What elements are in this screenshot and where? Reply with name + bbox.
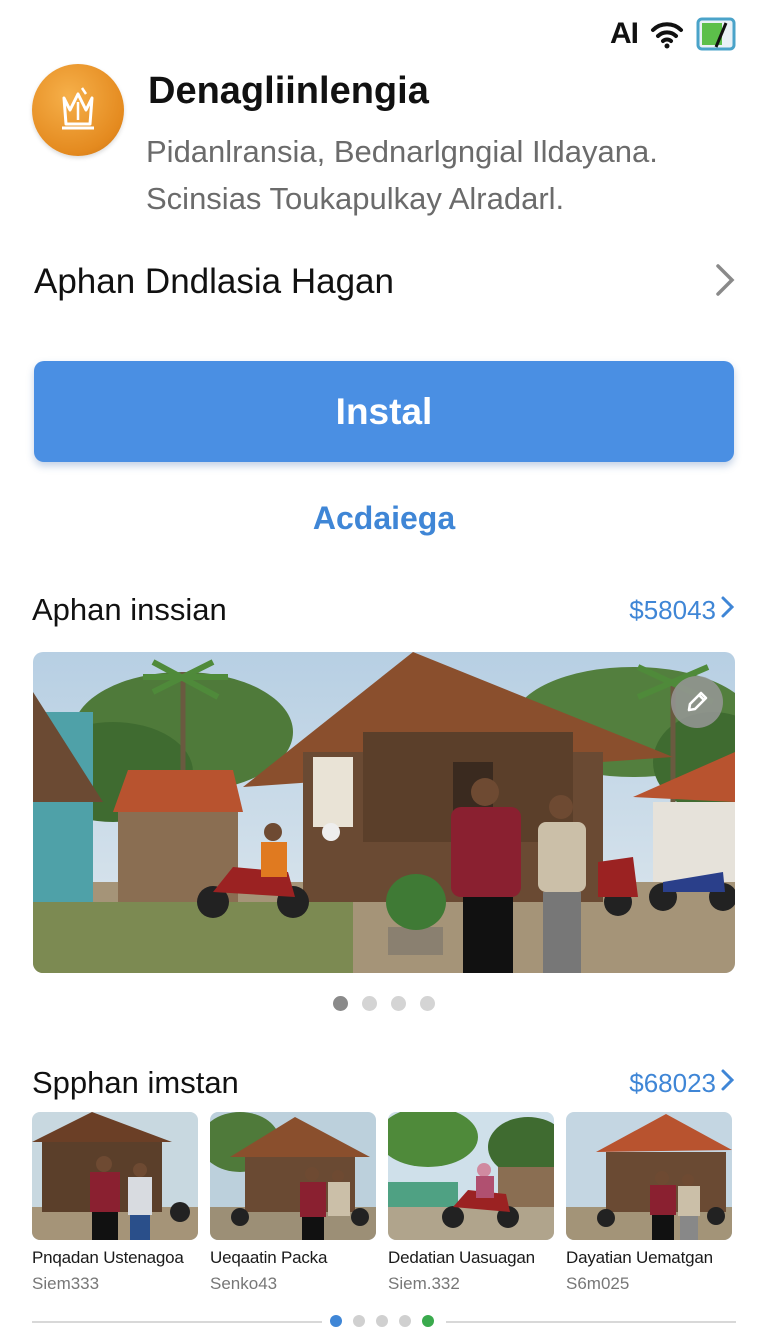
divider [446, 1321, 736, 1323]
secondary-link[interactable]: Acdaiega [0, 500, 768, 537]
thumbnail-image [388, 1112, 554, 1240]
section-link-label: $68023 [629, 1067, 716, 1098]
thumbnail-title: Ueqaatin Packa [210, 1248, 328, 1267]
pager-dot[interactable] [376, 1315, 388, 1327]
pager-dot[interactable] [422, 1315, 434, 1327]
section-header-screenshots: Aphan inssian $58043 [32, 586, 736, 634]
thumbnail-card[interactable]: Dedatian Uasuagan Siem.332 [388, 1112, 558, 1293]
pencil-icon [684, 689, 710, 715]
divider [32, 1321, 322, 1323]
thumbnail-card[interactable]: Dayatian Uematgan S6m025 [566, 1112, 736, 1293]
pager-dot[interactable] [399, 1315, 411, 1327]
developer-link-label: Aphan Dndlasia Hagan [34, 262, 394, 301]
app-name: Denagliinlengia [148, 70, 429, 112]
thumbnail-subtitle: S6m025 [566, 1274, 630, 1293]
battery-icon [696, 17, 738, 51]
install-button[interactable]: Instal [34, 361, 734, 462]
developer-link-row[interactable]: Aphan Dndlasia Hagan [34, 254, 736, 310]
thumbnail-title: Pnqadan Ustenagoa [32, 1248, 184, 1267]
status-bar: AI [610, 14, 738, 54]
thumbnail-image [210, 1112, 376, 1240]
section-link-label: $58043 [629, 594, 716, 625]
carrier-text: AI [610, 17, 639, 50]
pager-dot[interactable] [333, 996, 348, 1011]
thumbnail-pager [330, 1315, 434, 1327]
thumbnail-row: Pnqadan Ustenagoa Siem333 Ueqaatin Packa… [32, 1112, 736, 1293]
pager-dot[interactable] [391, 996, 406, 1011]
section-link[interactable]: $58043 [629, 595, 736, 626]
chevron-right-icon [720, 1068, 736, 1099]
thumbnail-title: Dayatian Uematgan [566, 1248, 713, 1267]
section-title: Spphan imstan [32, 1065, 239, 1100]
thumbnail-subtitle: Siem.332 [388, 1274, 460, 1293]
thumbnail-image [566, 1112, 732, 1240]
section-link[interactable]: $68023 [629, 1068, 736, 1099]
thumbnail-card[interactable]: Ueqaatin Packa Senko43 [210, 1112, 380, 1293]
chevron-right-icon [714, 263, 736, 302]
thumbnail-image [32, 1112, 198, 1240]
wifi-icon [650, 19, 684, 49]
village-scene-image [33, 652, 735, 973]
chevron-right-icon [720, 595, 736, 626]
thumbnail-title: Dedatian Uasuagan [388, 1248, 535, 1267]
temple-gate-icon[interactable] [32, 64, 124, 156]
section-header-more: Spphan imstan $68023 [32, 1059, 736, 1107]
section-title: Aphan inssian [32, 592, 227, 627]
hero-pager [0, 996, 768, 1011]
edit-button[interactable] [671, 676, 723, 728]
thumbnail-card[interactable]: Pnqadan Ustenagoa Siem333 [32, 1112, 202, 1293]
pager-dot[interactable] [330, 1315, 342, 1327]
app-header: Denagliinlengia Pidanlransia, Bednarlgng… [32, 64, 736, 224]
app-description: Pidanlransia, Bednarlgngial Ildayana. Sc… [146, 134, 658, 216]
thumbnail-subtitle: Senko43 [210, 1274, 278, 1293]
pager-dot[interactable] [420, 996, 435, 1011]
thumbnail-subtitle: Siem333 [32, 1274, 100, 1293]
hero-screenshot[interactable] [33, 652, 735, 973]
pager-dot[interactable] [362, 996, 377, 1011]
pager-dot[interactable] [353, 1315, 365, 1327]
